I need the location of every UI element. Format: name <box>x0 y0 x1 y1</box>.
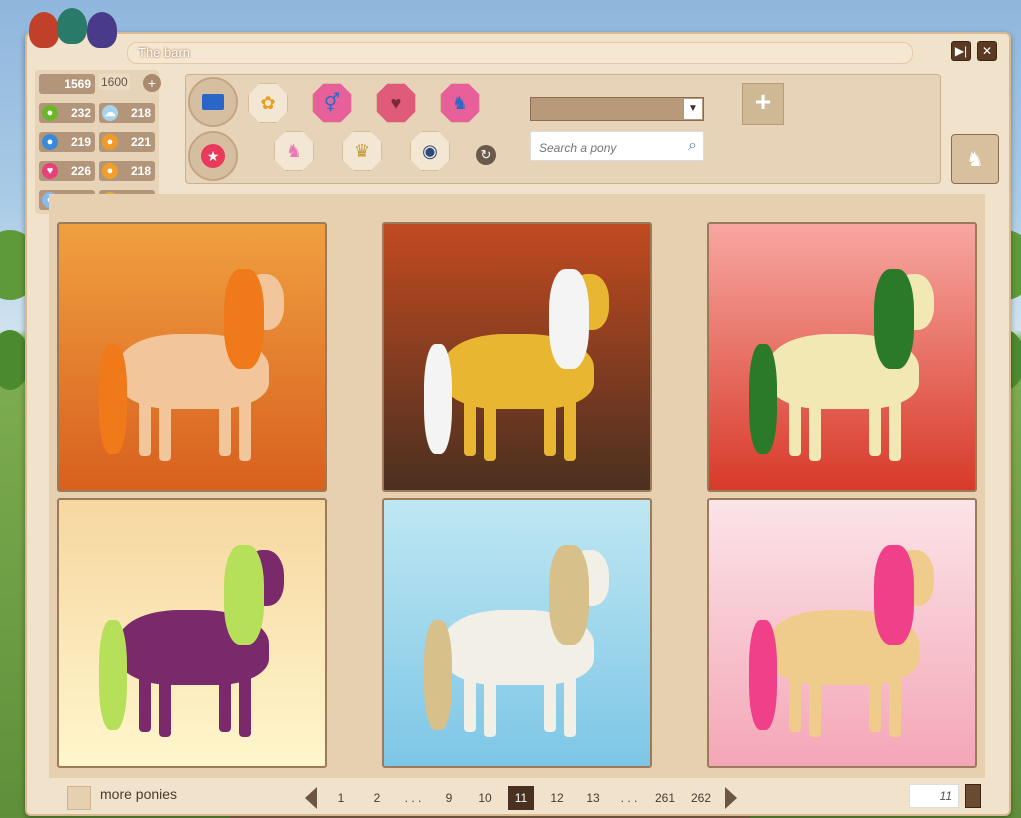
drops-icon: ● <box>42 134 58 150</box>
stat-heart: ♥ 226 <box>39 161 95 181</box>
refresh-icon[interactable]: ↻ <box>476 145 496 165</box>
page-link[interactable]: 261 <box>647 786 683 810</box>
pony-tail <box>749 344 777 454</box>
pony-tail <box>424 620 452 730</box>
pony-badge-icons <box>27 8 127 60</box>
favorites-tab-button[interactable]: ★ <box>188 131 238 181</box>
search-icon[interactable]: ⌕ <box>688 137 697 155</box>
search-input[interactable] <box>537 138 681 158</box>
stat-paw: ● 218 <box>99 161 155 181</box>
pony-leg <box>889 675 901 737</box>
pony-mane <box>224 545 264 645</box>
add-button[interactable]: + <box>742 83 784 125</box>
pony-leg <box>239 675 251 737</box>
star-icon: ★ <box>201 144 225 168</box>
breed-filter-button[interactable]: ♞ <box>440 83 480 123</box>
pony-card[interactable] <box>57 498 327 768</box>
gender-filter-button[interactable]: ⚥ <box>312 83 352 123</box>
eye-icon: ◉ <box>422 140 438 161</box>
transfer-folder-button[interactable]: ♞ <box>951 134 999 184</box>
pony-leg <box>239 399 251 461</box>
pony-leg <box>564 675 576 737</box>
barn-toolbar: ★ ✿ ⚥ ♥ ♞ ♞ ♛ ◉ ↻ ▼ ⌕ + <box>185 74 941 184</box>
pagination: 1 2 . . . 9 10 11 12 13 . . . 261 262 <box>305 786 737 810</box>
folder-icon <box>202 94 224 110</box>
pony-mane <box>874 545 914 645</box>
heart-icon: ♥ <box>42 163 58 179</box>
pony-leg <box>564 399 576 461</box>
page-link[interactable]: 2 <box>359 786 395 810</box>
page-link[interactable]: 10 <box>467 786 503 810</box>
barn-window: The barn ▶| ✕ 1569 1600 + ● 232 ☁ 218 ● … <box>25 8 1011 816</box>
pony-tail <box>99 344 127 454</box>
all-filter-button[interactable]: ✿ <box>248 83 288 123</box>
gender-icon: ⚥ <box>323 92 341 113</box>
page-link[interactable]: 262 <box>683 786 719 810</box>
cloud-icon: ☁ <box>102 105 118 121</box>
xp-value: 1569 <box>39 74 95 94</box>
page-current: 11 <box>508 786 534 810</box>
prev-page-icon[interactable] <box>305 787 317 809</box>
apple-icon: ● <box>42 105 58 121</box>
stat-apple: ● 232 <box>39 103 95 123</box>
folder-tab-button[interactable] <box>188 77 238 127</box>
heart-icon: ♥ <box>390 92 402 113</box>
page-link[interactable]: 13 <box>575 786 611 810</box>
pony-mane <box>549 269 589 369</box>
unicorn-icon: ♞ <box>285 140 303 161</box>
minimize-button[interactable]: ▶| <box>951 41 971 61</box>
bread-icon: ● <box>102 134 118 150</box>
title-bar: The barn <box>127 42 913 64</box>
chevron-down-icon: ▼ <box>683 99 702 119</box>
more-ponies-label: more ponies <box>100 786 178 802</box>
page-ellipsis: . . . <box>404 791 422 805</box>
stats-panel: 1569 1600 + ● 232 ☁ 218 ● 219 ● 221 ♥ 22… <box>35 70 161 214</box>
stat-cloud: ☁ 218 <box>99 103 155 123</box>
next-page-icon[interactable] <box>725 787 737 809</box>
search-box: ⌕ <box>530 131 704 161</box>
page-link[interactable]: 12 <box>539 786 575 810</box>
pony-mane <box>549 545 589 645</box>
stat-bread: ● 221 <box>99 132 155 152</box>
pony-tail <box>424 344 452 454</box>
pony-mane <box>874 269 914 369</box>
pony-card[interactable] <box>382 498 652 768</box>
pony-card[interactable] <box>707 222 977 492</box>
love-filter-button[interactable]: ♥ <box>376 83 416 123</box>
page-ellipsis: . . . <box>620 791 638 805</box>
page-link[interactable]: 1 <box>323 786 359 810</box>
pony-grid <box>49 194 985 778</box>
trophy-icon: ♛ <box>353 140 371 161</box>
paw-icon: ● <box>102 163 118 179</box>
pony-icon: ♞ <box>451 92 469 113</box>
close-button[interactable]: ✕ <box>977 41 997 61</box>
trophy-filter-button[interactable]: ♛ <box>342 131 382 171</box>
pony-mane <box>224 269 264 369</box>
page-link[interactable]: 9 <box>431 786 467 810</box>
xp-max: 1600 <box>99 74 130 90</box>
eye-filter-button[interactable]: ◉ <box>410 131 450 171</box>
window-title: The barn <box>138 45 191 60</box>
pony-tail <box>99 620 127 730</box>
pony-tail <box>749 620 777 730</box>
go-page-button[interactable] <box>965 784 981 808</box>
pony-card[interactable] <box>57 222 327 492</box>
page-number-input[interactable]: 11 <box>909 784 959 808</box>
pony-card[interactable] <box>382 222 652 492</box>
unicorn-filter-button[interactable]: ♞ <box>274 131 314 171</box>
pony-leg <box>889 399 901 461</box>
pony-select[interactable]: ▼ <box>530 97 704 121</box>
palette-icon: ✿ <box>260 92 276 113</box>
add-xp-button[interactable]: + <box>143 74 161 92</box>
more-ponies-checkbox[interactable] <box>67 786 91 810</box>
pony-card[interactable] <box>707 498 977 768</box>
pony-folder-icon: ♞ <box>966 148 984 171</box>
stat-drops: ● 219 <box>39 132 95 152</box>
